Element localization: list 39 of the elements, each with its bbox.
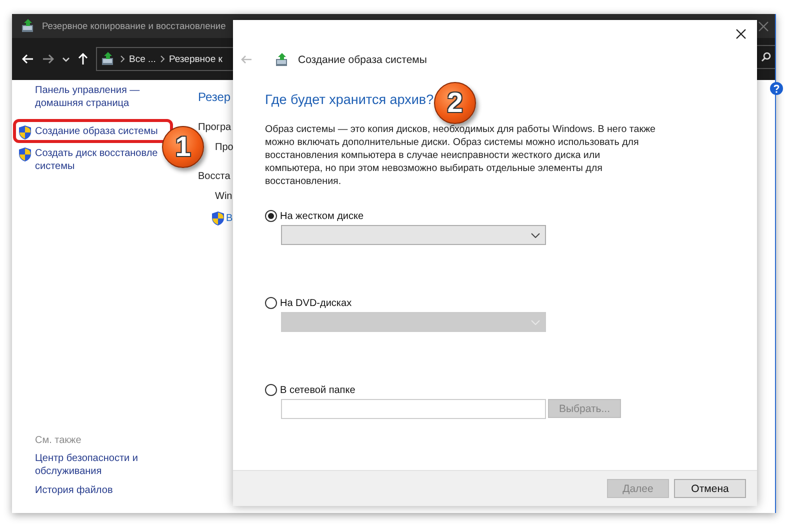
folder-path-field[interactable] bbox=[281, 399, 546, 419]
shield-icon bbox=[18, 125, 32, 140]
shield-icon bbox=[18, 147, 32, 162]
window-title: Резервное копирование и восстановление bbox=[42, 21, 226, 31]
radio-button[interactable] bbox=[265, 210, 277, 222]
section-label: Восста bbox=[198, 171, 232, 182]
search-icon bbox=[760, 52, 770, 62]
page-heading: Резер bbox=[198, 90, 232, 104]
item-label: Win bbox=[215, 191, 233, 202]
radio-button[interactable] bbox=[265, 384, 277, 396]
up-arrow-icon[interactable] bbox=[78, 53, 88, 65]
sidebar-link[interactable]: История файлов bbox=[35, 484, 113, 497]
sidebar-link[interactable]: Создать диск восстановле системы bbox=[35, 147, 158, 173]
sidebar-link[interactable]: Центр безопасности и обслуживания bbox=[35, 452, 138, 478]
chevron-down-icon[interactable] bbox=[62, 56, 70, 62]
backup-icon bbox=[100, 51, 116, 67]
task-link[interactable]: В bbox=[226, 213, 233, 224]
breadcrumb[interactable]: Все ... bbox=[129, 54, 156, 64]
see-also-heading: См. также bbox=[35, 435, 82, 446]
shield-icon bbox=[211, 211, 225, 226]
chevron-down-icon bbox=[531, 320, 540, 324]
chevron-right-icon bbox=[160, 55, 165, 63]
close-icon[interactable] bbox=[736, 29, 746, 39]
item-label: Про bbox=[215, 142, 233, 153]
option-label[interactable]: В сетевой папке bbox=[280, 384, 356, 396]
sidebar-link[interactable]: Панель управления — домашняя страница bbox=[35, 84, 140, 110]
cancel-button[interactable]: Отмена bbox=[674, 479, 746, 498]
chevron-right-icon bbox=[120, 55, 125, 63]
backup-icon bbox=[20, 18, 36, 34]
breadcrumb[interactable]: Резервное к bbox=[168, 54, 222, 64]
sidebar-link[interactable]: Создание образа системы bbox=[35, 125, 158, 138]
description-text: Образ системы — это копия дисков, необходимых для работы Windows. В него также можно включать дополнительные диски. Образ системы можно использовать для восстановления компьютера в случае неисправности жесткого диска или компьютера, но при этом невозможно выбирать отдельные элементы для восстановления. bbox=[265, 123, 657, 188]
dialog-title: Создание образа системы bbox=[298, 54, 427, 66]
backup-icon bbox=[274, 52, 290, 68]
forward-arrow-icon[interactable] bbox=[42, 54, 54, 64]
dialog-heading: Где будет хранится архив? bbox=[265, 92, 434, 107]
option-label[interactable]: На жестком диске bbox=[280, 210, 364, 222]
chevron-down-icon bbox=[531, 232, 540, 238]
help-icon[interactable] bbox=[770, 82, 783, 95]
